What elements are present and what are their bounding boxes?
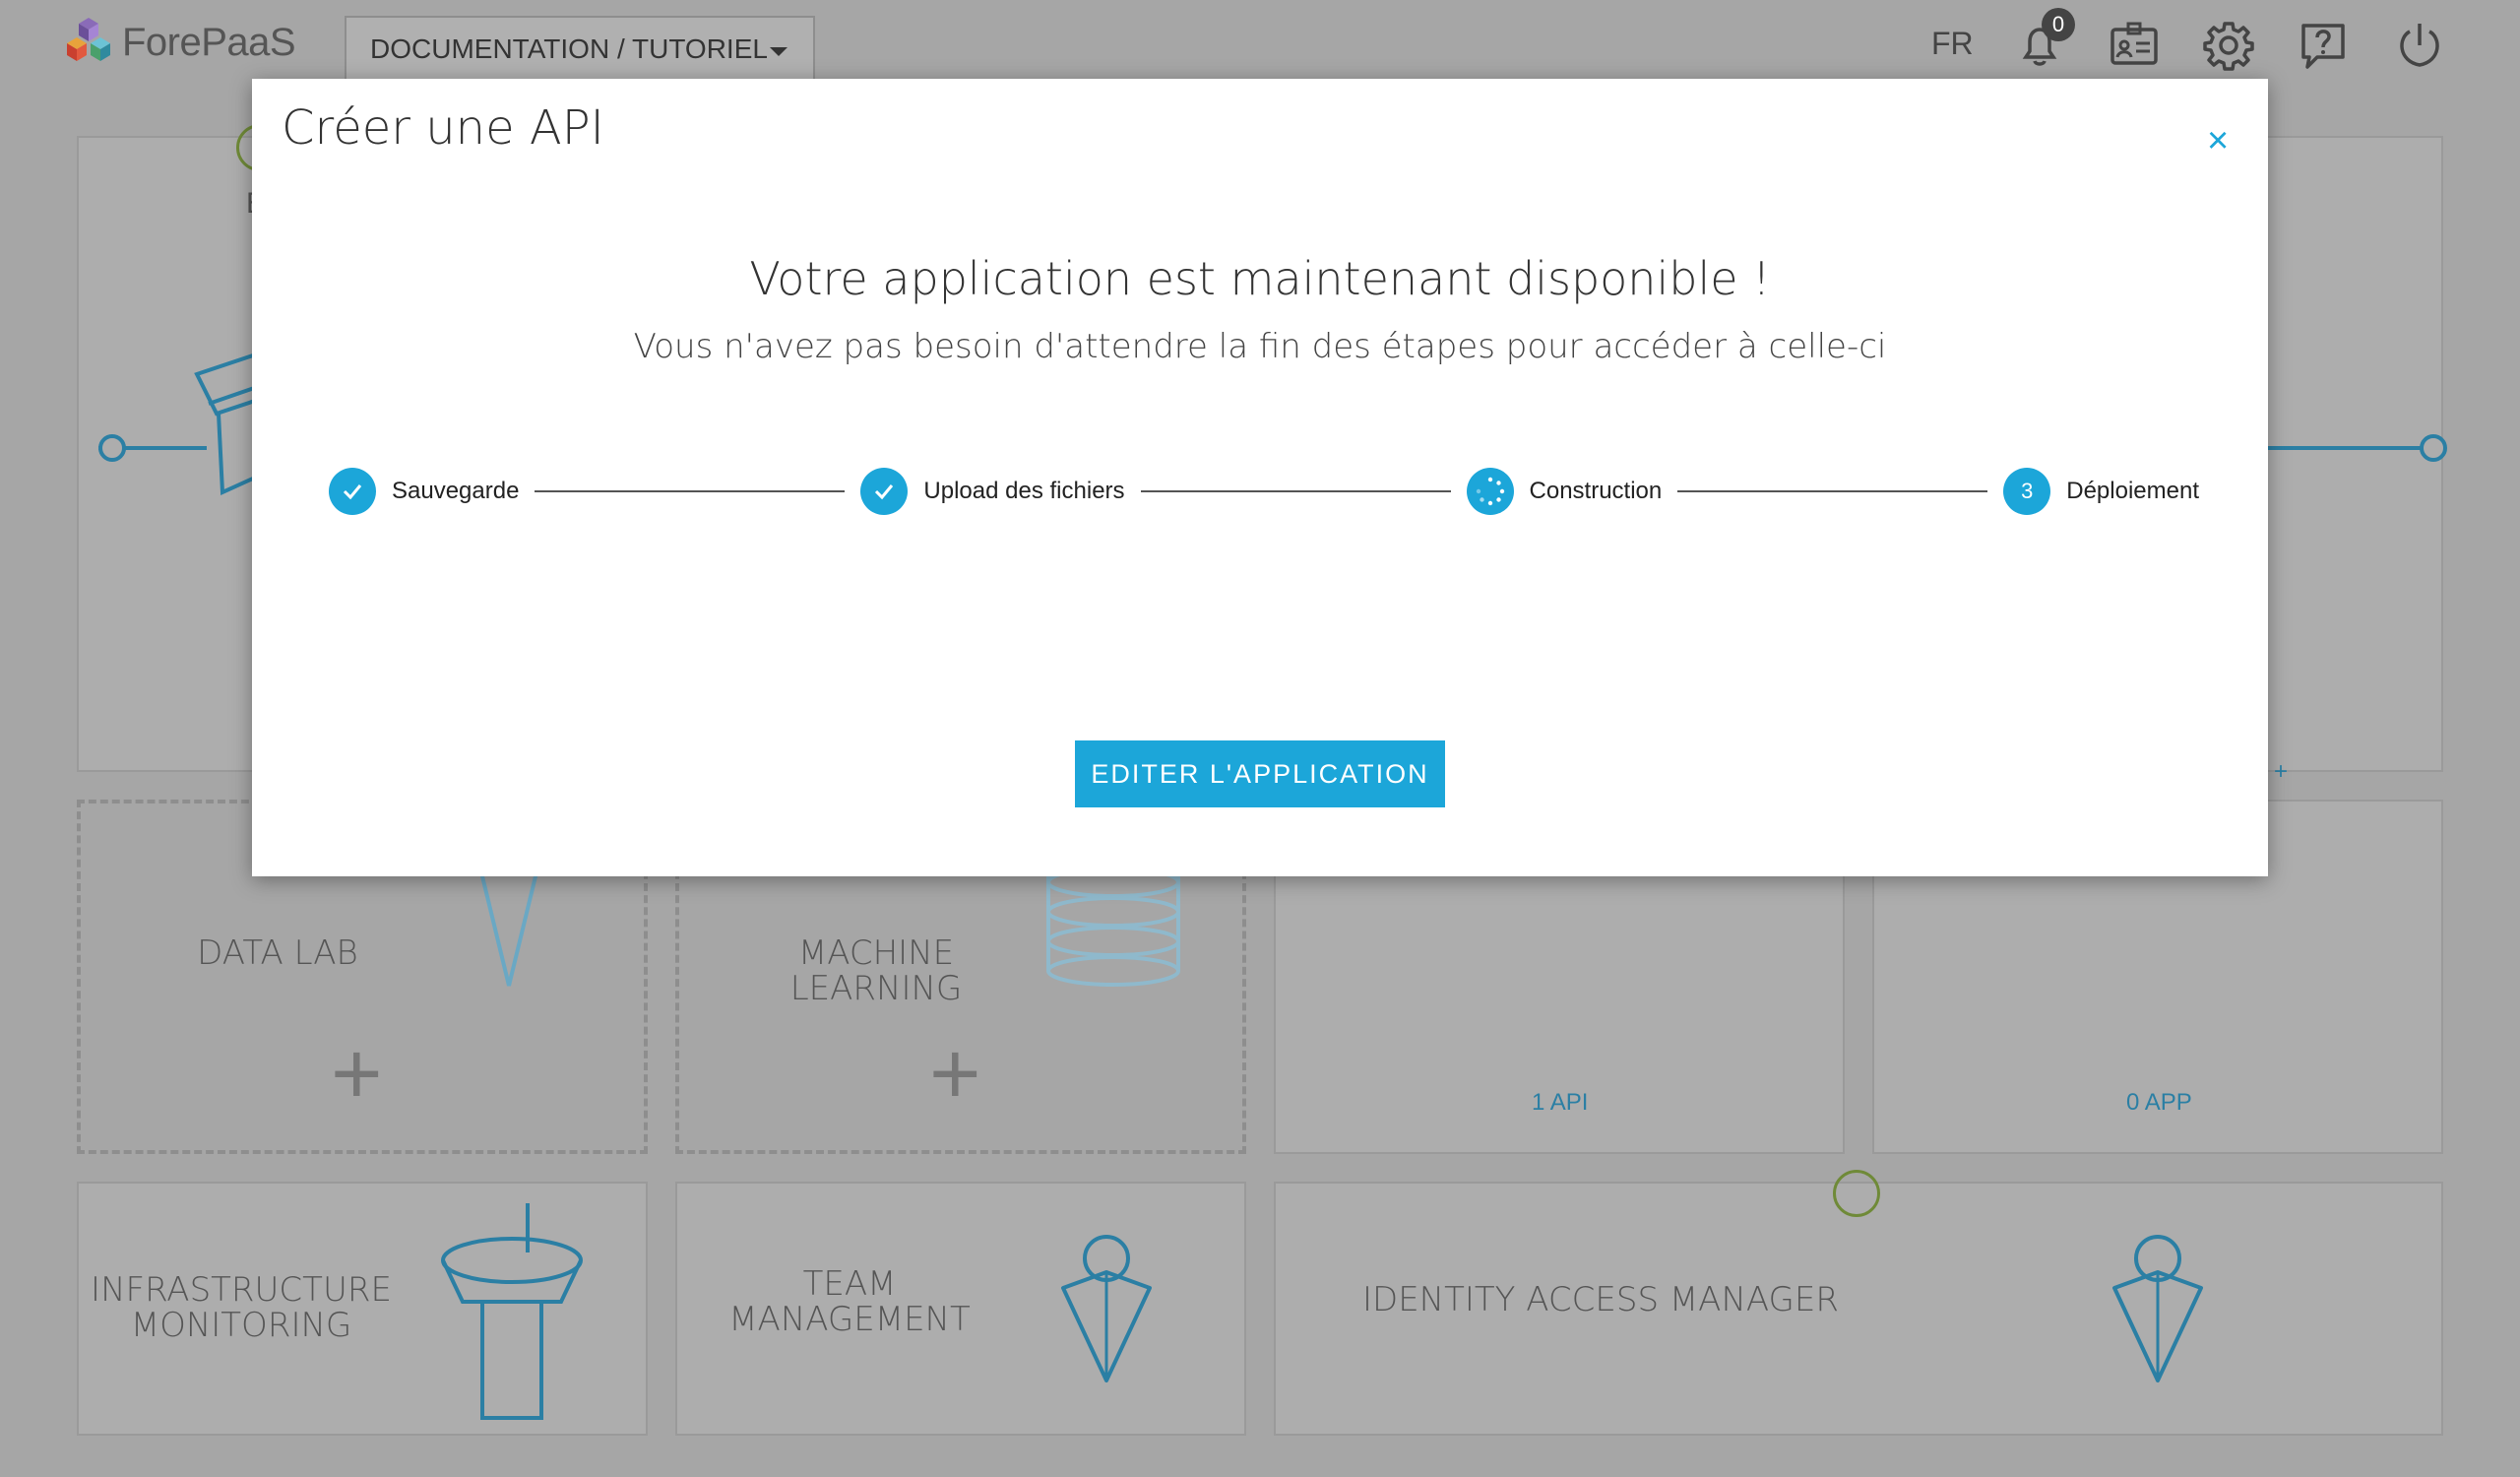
project-selector[interactable]: DOCUMENTATION / TUTORIEL (345, 16, 815, 83)
deployment-stepper: Sauvegarde Upload des fichiers Construct… (329, 467, 2199, 526)
language-switch[interactable]: FR (1931, 26, 1974, 62)
tile-title: INFRASTRUCTURE MONITORING (91, 1270, 392, 1345)
help-icon[interactable] (2296, 18, 2351, 73)
close-icon[interactable]: × (2207, 122, 2229, 160)
person-pin-icon (1061, 1235, 1152, 1382)
create-api-modal: Créer une API × Votre application est ma… (252, 79, 2268, 876)
tile-identity-access-manager[interactable]: IDENTITY ACCESS MANAGER (1274, 1170, 2443, 1436)
step-number: 3 (2003, 468, 2051, 515)
gear-icon[interactable] (2201, 18, 2256, 73)
step-connector (535, 490, 846, 492)
step-sauvegarde: Sauvegarde (329, 467, 519, 516)
forepaas-logo[interactable]: ForePaaS (65, 14, 296, 71)
person-pin-icon (2112, 1235, 2203, 1382)
connector-line-icon (2264, 434, 2447, 462)
app-count-link[interactable]: 0 APP (2126, 1089, 2192, 1117)
notification-badge: 0 (2042, 8, 2075, 41)
modal-heading: Votre application est maintenant disponi… (749, 252, 1771, 305)
step-connector (1677, 490, 1988, 492)
logo-cubes-icon (67, 18, 110, 61)
small-plus-icon[interactable]: + (2274, 758, 2288, 786)
step-label: Sauvegarde (392, 478, 520, 504)
chevron-down-icon (770, 47, 788, 56)
check-icon (860, 468, 909, 515)
step-deploiement: 3 Déploiement (2003, 467, 2199, 516)
modal-title: Créer une API (282, 100, 604, 156)
modal-subheading: Vous n'avez pas besoin d'attendre la fin… (633, 327, 1887, 366)
tower-illustration-icon (441, 1203, 583, 1420)
check-icon (329, 468, 376, 515)
edit-application-button[interactable]: EDITER L'APPLICATION (1075, 740, 1445, 807)
step-connector (1140, 490, 1451, 492)
check-circle-icon (1833, 1170, 1880, 1217)
tile-title: MACHINE LEARNING (789, 933, 963, 1008)
power-icon[interactable] (2392, 18, 2447, 73)
project-selector-label: DOCUMENTATION / TUTORIEL (370, 33, 768, 64)
step-construction: Construction (1466, 467, 1663, 516)
loading-spinner-icon (1466, 468, 1514, 515)
id-card-icon[interactable] (2107, 18, 2162, 73)
add-data-lab-button[interactable]: + (331, 1030, 383, 1119)
logo-text: ForePaaS (122, 20, 296, 64)
tile-title: TEAM MANAGEMENT (728, 1264, 971, 1339)
tile-title: IDENTITY ACCESS MANAGER (1361, 1280, 1839, 1319)
add-machine-learning-button[interactable]: + (929, 1030, 981, 1119)
step-label: Construction (1529, 478, 1663, 504)
api-count-link[interactable]: 1 API (1532, 1089, 1588, 1117)
tile-team-management[interactable]: TEAM MANAGEMENT (675, 1182, 1246, 1436)
step-label: Upload des fichiers (923, 478, 1125, 504)
step-label: Déploiement (2066, 478, 2199, 504)
tile-infrastructure-monitoring[interactable]: INFRASTRUCTURE MONITORING (77, 1182, 648, 1436)
step-upload: Upload des fichiers (860, 467, 1125, 516)
tile-title: DATA LAB (197, 933, 358, 973)
